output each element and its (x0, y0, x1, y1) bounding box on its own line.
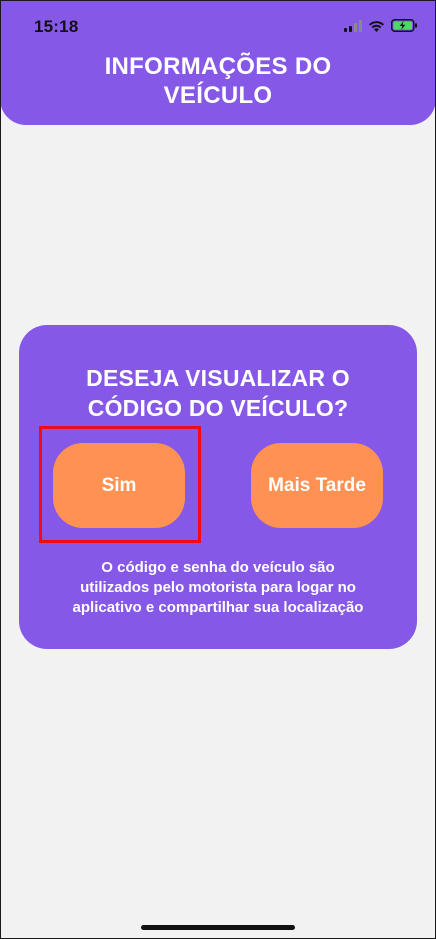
later-button[interactable]: Mais Tarde (251, 443, 383, 528)
dialog-title: DESEJA VISUALIZAR O CÓDIGO DO VEÍCULO? (86, 365, 350, 421)
status-bar: 15:18 (0, 0, 436, 48)
vehicle-code-dialog: DESEJA VISUALIZAR O CÓDIGO DO VEÍCULO? S… (19, 325, 417, 649)
dialog-note: O código e senha do veículo são utilizad… (72, 559, 364, 616)
cellular-signal-icon (344, 19, 362, 37)
yes-button[interactable]: Sim (53, 443, 185, 528)
status-time: 15:18 (34, 17, 79, 36)
home-indicator[interactable] (141, 925, 295, 930)
battery-charging-icon (391, 19, 418, 37)
app-header: 15:18 INFORMAÇÕES DO VEÍCULO (0, 0, 436, 125)
status-icons (344, 19, 418, 37)
wifi-icon (368, 19, 385, 37)
page-title: INFORMAÇÕES DO VEÍCULO (104, 53, 332, 109)
